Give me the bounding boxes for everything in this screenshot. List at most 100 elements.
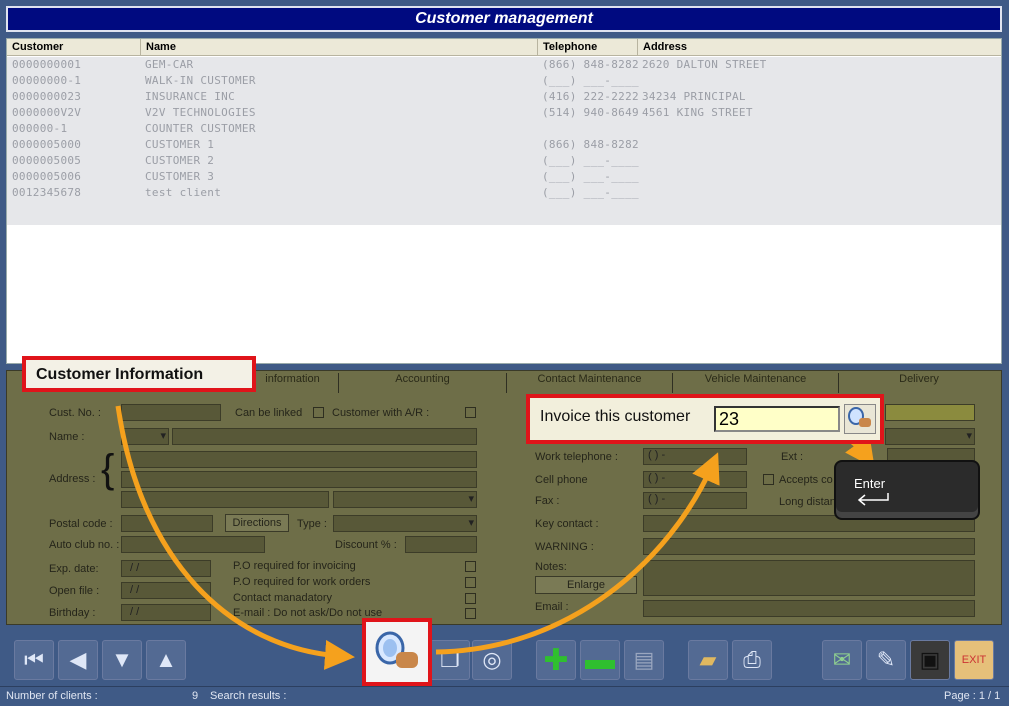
cell-name: test client <box>145 186 222 199</box>
next-record-icon[interactable]: ▼ <box>102 640 142 680</box>
fax-field[interactable]: ( ) - <box>643 492 747 509</box>
open-file-field[interactable]: / / <box>121 582 211 599</box>
save-icon[interactable]: ▤ <box>624 640 664 680</box>
table-row[interactable]: 00000000-1 WALK-IN CUSTOMER (___) ___-____ <box>7 73 1001 89</box>
cell-address <box>637 169 642 185</box>
customer-grid[interactable]: Customer Name Telephone Address 00000000… <box>6 38 1002 364</box>
cell-name: GEM-CAR <box>145 58 194 71</box>
cell-address: 4561 KING STREET <box>642 106 753 119</box>
cell-address <box>637 185 642 201</box>
address-line2[interactable] <box>121 471 477 488</box>
email-label: Email : <box>535 601 569 613</box>
table-row[interactable]: 0000000001 GEM-CAR (866) 848-8282 2620 DALT… <box>7 57 1001 73</box>
table-row[interactable]: 0000005000 CUSTOMER 1 (866) 848-8282 <box>7 137 1001 153</box>
previous-record-icon[interactable]: ◀ <box>58 640 98 680</box>
invoice-callout: Invoice this customer 23 <box>526 394 884 444</box>
email-no-ask-label: E-mail : Do not ask/Do not use <box>233 607 383 619</box>
toolbar: ⏮ ◀ ▼ ▲ ❐ ◎ ✚ ▬ ▤ ▰ ⎙ ✉ ✎ ▣ EXIT <box>6 632 1002 684</box>
name-title-select[interactable] <box>121 428 169 445</box>
print-icon[interactable]: ⎙ <box>732 640 772 680</box>
cust-no-field[interactable] <box>121 404 221 421</box>
birthday-field[interactable]: / / <box>121 604 211 621</box>
search-icon <box>848 407 871 427</box>
auto-club-field[interactable] <box>121 536 265 553</box>
cell-telephone: (866) 848-8282 <box>542 138 639 151</box>
cell-address <box>637 153 642 169</box>
address-brace: { <box>101 447 115 491</box>
work-telephone-field[interactable]: ( ) - <box>643 448 747 465</box>
warning-field[interactable] <box>643 538 975 555</box>
grid-header: Customer Name Telephone Address <box>7 39 1001 56</box>
table-row[interactable]: 0000000023 INSURANCE INC (416) 222-2222 342… <box>7 89 1001 105</box>
cell-name: COUNTER CUSTOMER <box>145 122 256 135</box>
briefcase-icon[interactable]: ▣ <box>910 640 950 680</box>
top-right-field[interactable] <box>885 404 975 421</box>
invoice-label: Invoice this customer <box>540 408 691 425</box>
copy-icon[interactable]: ❐ <box>430 640 470 680</box>
contact-mandatory-checkbox[interactable] <box>465 593 476 604</box>
discount-label: Discount % : <box>335 539 397 551</box>
tab-contact-maintenance[interactable]: Contact Maintenance <box>507 373 673 393</box>
po-work-orders-checkbox[interactable] <box>465 577 476 588</box>
cell-telephone: (___) ___-____ <box>542 74 639 87</box>
table-row[interactable]: 0000005005 CUSTOMER 2 (___) ___-____ <box>7 153 1001 169</box>
customer-information-callout-label: Customer Information <box>36 366 204 383</box>
table-row[interactable]: 0000000V2V V2V TECHNOLOGIES (514) 940-8649… <box>7 105 1001 121</box>
invoice-customer-input[interactable]: 23 <box>714 406 840 432</box>
cell-address: 34234 PRINCIPAL <box>642 90 746 103</box>
folders-icon[interactable]: ▰ <box>688 640 728 680</box>
po-invoicing-checkbox[interactable] <box>465 561 476 572</box>
address-label: Address : <box>49 473 96 485</box>
exit-icon[interactable]: EXIT <box>954 640 994 680</box>
table-row[interactable]: 000000-1 COUNTER CUSTOMER <box>7 121 1001 137</box>
col-name[interactable]: Name <box>140 39 176 55</box>
enlarge-button[interactable]: Enlarge <box>535 576 637 594</box>
birthday-label: Birthday : <box>49 607 96 619</box>
tab-delivery[interactable]: Delivery <box>839 373 999 393</box>
directions-button[interactable]: Directions <box>225 514 289 532</box>
tab-vehicle-maintenance[interactable]: Vehicle Maintenance <box>673 373 839 393</box>
notes-field[interactable] <box>643 560 975 596</box>
can-be-linked-label: Can be linked <box>235 407 303 419</box>
cell-address <box>637 121 642 137</box>
col-telephone[interactable]: Telephone <box>537 39 597 55</box>
add-icon[interactable]: ✚ <box>536 640 576 680</box>
can-be-linked-checkbox[interactable] <box>313 407 324 418</box>
customer-ar-checkbox[interactable] <box>465 407 476 418</box>
email-icon[interactable]: ✉ <box>822 640 862 680</box>
first-record-icon[interactable]: ⏮ <box>14 640 54 680</box>
notes-label: Notes: <box>535 561 567 573</box>
last-record-icon[interactable]: ▲ <box>146 640 186 680</box>
province-select[interactable] <box>333 491 477 508</box>
col-customer[interactable]: Customer <box>7 39 63 55</box>
name-field[interactable] <box>172 428 477 445</box>
accepts-checkbox[interactable] <box>763 474 774 485</box>
invoice-search-button[interactable] <box>844 404 876 434</box>
tab-accounting[interactable]: Accounting <box>339 373 507 393</box>
col-address[interactable]: Address <box>637 39 687 55</box>
email-no-ask-checkbox[interactable] <box>465 608 476 619</box>
report-icon[interactable]: ✎ <box>866 640 906 680</box>
tab-customer-information[interactable]: Customer Information <box>22 356 256 392</box>
table-row[interactable]: 0000005006 CUSTOMER 3 (___) ___-____ <box>7 169 1001 185</box>
tab-information[interactable]: information <box>247 373 339 393</box>
cell-telephone <box>537 121 542 137</box>
address-line1[interactable] <box>121 451 477 468</box>
remove-icon[interactable]: ▬ <box>580 640 620 680</box>
cell-phone-field[interactable]: ( ) - <box>643 471 747 488</box>
ext-label: Ext : <box>781 451 804 463</box>
exp-date-field[interactable]: / / <box>121 560 211 577</box>
type-select[interactable] <box>333 515 477 532</box>
city-field[interactable] <box>121 491 329 508</box>
top-right-select[interactable] <box>885 428 975 445</box>
cell-customer: 00000000-1 <box>12 74 82 87</box>
cell-telephone: (___) ___-____ <box>542 170 639 183</box>
discount-field[interactable] <box>405 536 477 553</box>
postal-code-field[interactable] <box>121 515 213 532</box>
binoculars-icon[interactable]: ◎ <box>472 640 512 680</box>
email-field[interactable] <box>643 600 975 617</box>
table-row[interactable]: 0012345678 test client (___) ___-____ <box>7 185 1001 201</box>
search-button[interactable] <box>362 618 432 686</box>
key-contact-label: Key contact : <box>535 518 599 530</box>
window-title: Customer management <box>6 6 1002 32</box>
